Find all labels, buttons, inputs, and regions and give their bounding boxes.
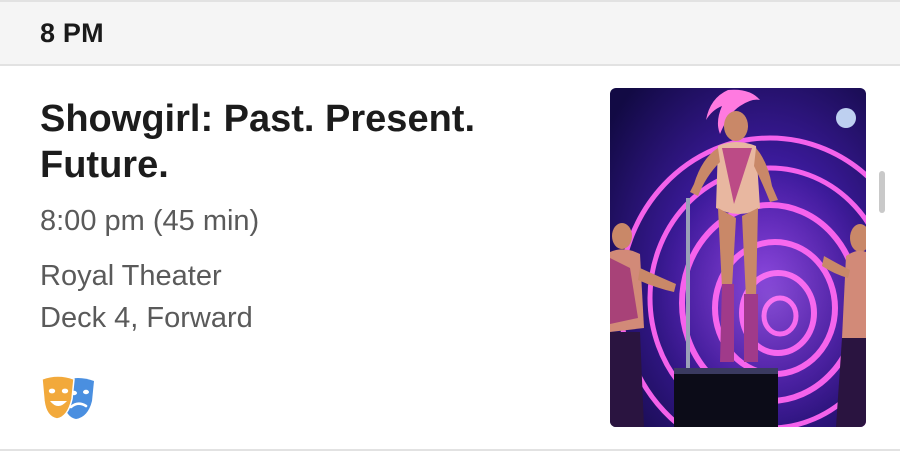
event-photo[interactable] (610, 88, 866, 427)
event-photo-image (610, 88, 866, 427)
event-card[interactable]: Showgirl: Past. Present. Future. 8:00 pm… (0, 66, 900, 451)
theater-masks-icon (41, 375, 94, 420)
event-title: Showgirl: Past. Present. Future. (40, 98, 475, 186)
venue-location: Deck 4, Forward (40, 302, 253, 334)
event-time: 8:00 pm (45 min) (40, 205, 260, 237)
time-section-header: 8 PM (0, 0, 900, 66)
time-label: 8 PM (40, 18, 104, 48)
scroll-handle[interactable] (879, 171, 885, 213)
event-venue: Royal Theater Deck 4, Forward (40, 255, 253, 339)
venue-name: Royal Theater (40, 260, 222, 292)
